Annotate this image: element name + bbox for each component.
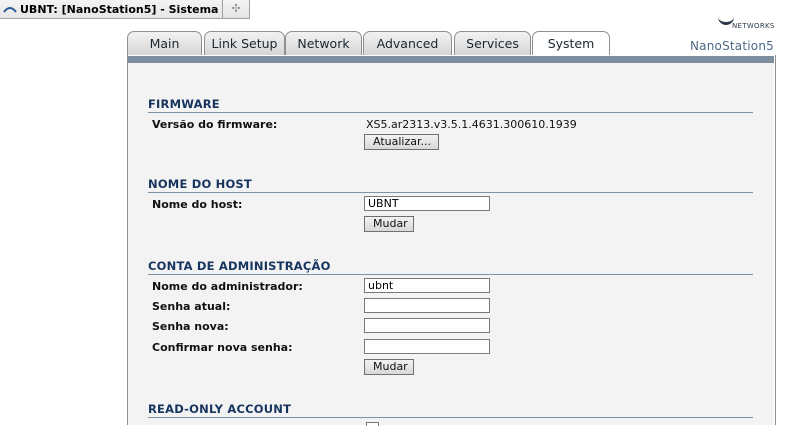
tab-advanced[interactable]: Advanced — [363, 31, 452, 55]
current-password-input[interactable] — [364, 298, 490, 313]
admin-name-input[interactable] — [364, 278, 490, 293]
new-password-input[interactable] — [364, 318, 490, 333]
tab-network[interactable]: Network — [285, 31, 362, 55]
change-hostname-button[interactable]: Mudar — [364, 216, 414, 232]
browser-tab[interactable]: UBNT: [NanoStation5] - Sistema — [0, 0, 223, 19]
browser-tab-strip: UBNT: [NanoStation5] - Sistema ✣ — [0, 0, 800, 19]
new-password-label: Senha nova: — [152, 320, 229, 333]
browser-tab-title: UBNT: [NanoStation5] - Sistema — [20, 2, 219, 16]
tab-system[interactable]: System — [532, 31, 610, 56]
new-tab-button[interactable]: ✣ — [223, 0, 250, 19]
brand-text: NETWORKS — [732, 22, 775, 30]
confirm-password-input[interactable] — [364, 339, 490, 354]
firmware-version-value: XS5.ar2313.v3.5.1.4631.300610.1939 — [366, 118, 577, 131]
firmware-version-label: Versão do firmware: — [152, 118, 278, 131]
section-title-admin: CONTA DE ADMINISTRAÇÃO — [148, 259, 753, 275]
change-admin-button[interactable]: Mudar — [364, 359, 414, 375]
admin-name-label: Nome do administrador: — [152, 280, 303, 293]
tab-link-setup[interactable]: Link Setup — [204, 31, 285, 55]
update-firmware-button[interactable]: Atualizar... — [364, 134, 439, 150]
section-title-firmware: FIRMWARE — [148, 97, 753, 113]
section-title-hostname: NOME DO HOST — [148, 177, 753, 193]
content-top-band — [128, 56, 774, 63]
hostname-label: Nome do host: — [152, 198, 243, 211]
ubnt-favicon-icon — [3, 7, 17, 13]
confirm-password-label: Confirmar nova senha: — [152, 341, 293, 354]
current-password-label: Senha atual: — [152, 300, 231, 313]
device-model: NanoStation5 — [690, 39, 774, 53]
section-title-readonly: READ-ONLY ACCOUNT — [148, 402, 753, 418]
tab-main[interactable]: Main — [127, 31, 202, 55]
plus-icon: ✣ — [231, 2, 241, 15]
hostname-input[interactable] — [364, 196, 490, 211]
tab-services[interactable]: Services — [454, 31, 531, 55]
readonly-enable-checkbox[interactable] — [366, 422, 379, 426]
